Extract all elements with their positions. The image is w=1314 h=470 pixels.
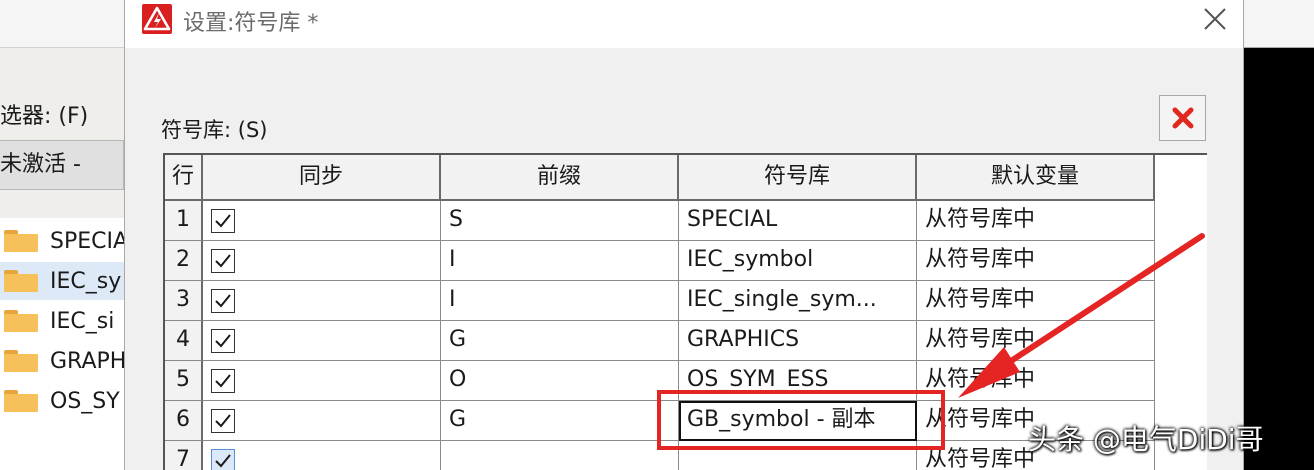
default-cell[interactable]: 从符号库中: [917, 321, 1155, 361]
library-label: 符号库: (S): [161, 118, 268, 142]
tree-item-label: SPECIA: [50, 228, 124, 254]
checkmark-icon: [215, 414, 231, 428]
column-header-prefix[interactable]: 前缀: [441, 155, 679, 201]
default-cell[interactable]: 从符号库中: [917, 281, 1155, 321]
library-tree: SPECIA IEC_sy IEC_si GRAPH OS_SY: [0, 218, 124, 470]
sync-cell[interactable]: [203, 201, 441, 241]
tree-item[interactable]: SPECIA: [0, 222, 124, 260]
row-number[interactable]: 7: [165, 441, 203, 470]
row-number[interactable]: 5: [165, 361, 203, 401]
prefix-cell[interactable]: I: [441, 281, 679, 321]
prefix-cell[interactable]: G: [441, 401, 679, 441]
tree-item-label: GRAPH: [50, 348, 124, 374]
checkmark-icon: [215, 334, 231, 348]
row-number[interactable]: 4: [165, 321, 203, 361]
folder-icon: [4, 310, 38, 332]
row-number[interactable]: 6: [165, 401, 203, 441]
default-cell[interactable]: 从符号库中: [917, 241, 1155, 281]
checkmark-icon: [215, 254, 231, 268]
tree-item[interactable]: IEC_si: [0, 302, 124, 340]
sync-checkbox[interactable]: [211, 369, 235, 393]
close-icon[interactable]: [1201, 5, 1229, 33]
column-header-library[interactable]: 符号库: [679, 155, 917, 201]
sync-cell[interactable]: [203, 401, 441, 441]
background-window: 选器: (F) 未激活 - SPECIA IEC_sy IEC_si GRAPH…: [0, 0, 130, 470]
prefix-cell[interactable]: G: [441, 321, 679, 361]
sync-checkbox[interactable]: [211, 209, 235, 233]
checkmark-icon: [215, 374, 231, 388]
row-number[interactable]: 3: [165, 281, 203, 321]
sync-cell[interactable]: [203, 241, 441, 281]
highlight-box: [657, 390, 945, 450]
background-toolbar: [0, 0, 130, 48]
sync-checkbox[interactable]: [211, 449, 235, 470]
library-cell[interactable]: GRAPHICS: [679, 321, 917, 361]
dialog-title: 设置:符号库 *: [183, 11, 319, 36]
library-cell[interactable]: IEC_single_sym...: [679, 281, 917, 321]
column-header-row: 行: [165, 155, 203, 201]
default-cell[interactable]: 从符号库中: [917, 201, 1155, 241]
library-cell[interactable]: SPECIAL: [679, 201, 917, 241]
prefix-cell[interactable]: S: [441, 201, 679, 241]
background-canvas: [1244, 0, 1314, 470]
watermark: 头条 @电气DiDi哥: [1028, 423, 1264, 456]
sync-cell[interactable]: [203, 281, 441, 321]
tree-item-label: IEC_si: [50, 308, 115, 334]
sync-cell[interactable]: [203, 321, 441, 361]
sync-cell[interactable]: [203, 441, 441, 470]
sync-checkbox[interactable]: [211, 249, 235, 273]
folder-icon: [4, 390, 38, 412]
tree-item[interactable]: GRAPH: [0, 342, 124, 380]
default-cell[interactable]: 从符号库中: [917, 361, 1155, 401]
sync-cell[interactable]: [203, 361, 441, 401]
warning-icon: [142, 4, 172, 34]
tree-item-label: OS_SY: [50, 388, 120, 414]
folder-icon: [4, 270, 38, 292]
checkmark-icon: [215, 454, 231, 468]
sync-checkbox[interactable]: [211, 409, 235, 433]
folder-icon: [4, 350, 38, 372]
filter-state-dropdown[interactable]: 未激活 -: [0, 140, 124, 190]
prefix-cell[interactable]: O: [441, 361, 679, 401]
tree-item-label: IEC_sy: [50, 268, 122, 294]
background-toolbar-right: [1244, 0, 1314, 48]
prefix-cell[interactable]: I: [441, 241, 679, 281]
tree-item[interactable]: IEC_sy: [0, 262, 124, 300]
checkmark-icon: [215, 214, 231, 228]
tree-item[interactable]: OS_SY: [0, 382, 124, 420]
sync-checkbox[interactable]: [211, 289, 235, 313]
library-cell[interactable]: IEC_symbol: [679, 241, 917, 281]
row-number[interactable]: 2: [165, 241, 203, 281]
checkmark-icon: [215, 294, 231, 308]
filter-label: 选器: (F): [0, 104, 89, 129]
delete-button[interactable]: [1159, 95, 1206, 141]
dialog-titlebar[interactable]: 设置:符号库 *: [125, 0, 1243, 48]
prefix-cell[interactable]: [441, 441, 679, 470]
column-header-default[interactable]: 默认变量: [917, 155, 1155, 201]
row-number[interactable]: 1: [165, 201, 203, 241]
sync-checkbox[interactable]: [211, 329, 235, 353]
folder-icon: [4, 230, 38, 252]
delete-icon: [1172, 107, 1193, 129]
column-header-sync[interactable]: 同步: [203, 155, 441, 201]
